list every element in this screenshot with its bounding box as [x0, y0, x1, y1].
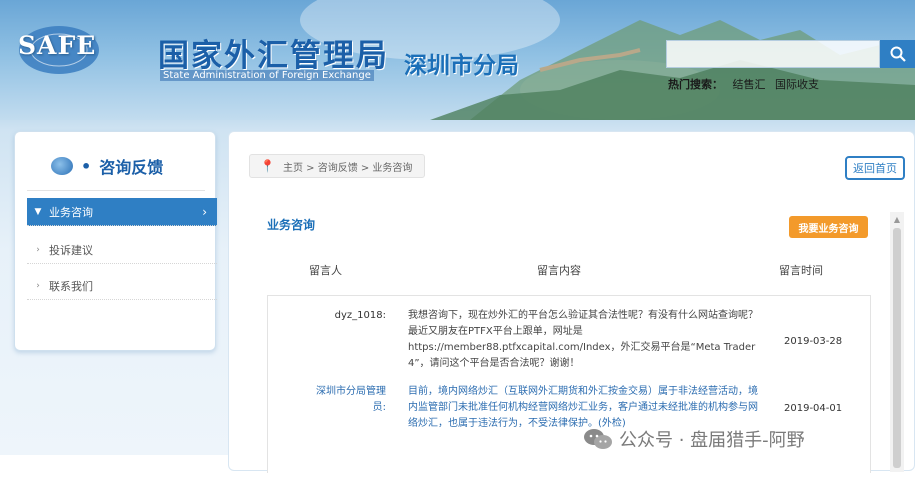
ask-question-button[interactable]: 我要业务咨询: [789, 216, 868, 238]
chevron-right-icon: ›: [202, 204, 207, 219]
caret-down-icon: ▼: [34, 206, 42, 217]
hot-search-link[interactable]: 结售汇: [733, 78, 766, 91]
search-input[interactable]: [666, 40, 880, 68]
sidebar-item-label: 联系我们: [49, 279, 93, 293]
hot-search-label: 热门搜索：: [668, 78, 723, 91]
sidebar-item-label: 业务咨询: [49, 205, 93, 219]
column-header-time: 留言时间: [779, 264, 823, 277]
message-content: 我想咨询下，现在炒外汇的平台怎么验证其合法性呢？有没有什么网站查询呢？最近又朋友…: [408, 310, 758, 369]
message-author: dyz_1018:: [334, 310, 386, 321]
hot-search: 热门搜索： 结售汇 国际收支: [668, 76, 819, 92]
search-button[interactable]: [880, 40, 915, 68]
message-date: 2019-03-28: [784, 336, 843, 347]
branch-name: 深圳市分局: [404, 53, 519, 79]
hot-search-link[interactable]: 国际收支: [775, 78, 819, 91]
watermark: 公众号 · 盘届猎手-阿野: [583, 426, 805, 452]
back-home-button[interactable]: 返回首页: [845, 156, 905, 180]
breadcrumb-text[interactable]: 主页 > 咨询反馈 > 业务咨询: [283, 159, 412, 174]
divider: [27, 190, 205, 191]
page: SAFE 国家外汇管理局 State Administration of For…: [0, 0, 915, 477]
caret-right-icon: ›: [36, 244, 40, 255]
sidebar-title: • 咨询反馈: [51, 154, 163, 178]
sidebar-title-text: 咨询反馈: [99, 158, 164, 177]
globe-icon: [51, 157, 73, 175]
header-banner: SAFE 国家外汇管理局 State Administration of For…: [0, 0, 915, 120]
sidebar-item-business-consult[interactable]: ▼ 业务咨询 ›: [27, 198, 217, 226]
sidebar: • 咨询反馈 ▼ 业务咨询 › › 投诉建议 › 联系我们: [14, 131, 217, 351]
location-pin-icon: 📍: [260, 159, 275, 173]
search-icon: [890, 46, 906, 62]
column-header-content: 留言内容: [537, 264, 581, 277]
scrollbar[interactable]: ▲: [890, 212, 904, 472]
caret-right-icon: ›: [36, 280, 40, 291]
org-name-en: State Administration of Foreign Exchange: [160, 70, 374, 81]
sidebar-item-complaints[interactable]: › 投诉建议: [27, 236, 217, 264]
logo-text: SAFE: [18, 31, 97, 60]
scroll-up-arrow-icon[interactable]: ▲: [890, 212, 904, 226]
sidebar-item-label: 投诉建议: [49, 243, 93, 257]
reply-date: 2019-04-01: [784, 403, 843, 414]
org-name-cn: 国家外汇管理局: [158, 38, 389, 74]
title-dot: •: [81, 156, 92, 176]
reply-author: 深圳市分局管理员:: [316, 386, 386, 413]
scroll-thumb[interactable]: [893, 228, 901, 468]
section-title: 业务咨询: [267, 218, 316, 232]
watermark-text: 公众号 · 盘届猎手-阿野: [619, 430, 805, 451]
column-header-author: 留言人: [309, 264, 342, 277]
main-panel: 📍 主页 > 咨询反馈 > 业务咨询 返回首页 业务咨询 我要业务咨询 留言人 …: [228, 131, 915, 473]
reply-content: 目前，境内网络炒汇（互联网外汇期货和外汇按金交易）属于非法经营活动，境内监管部门…: [408, 386, 758, 429]
breadcrumb: 📍 主页 > 咨询反馈 > 业务咨询: [249, 154, 426, 178]
wechat-icon: [584, 429, 612, 449]
sidebar-item-contact[interactable]: › 联系我们: [27, 272, 217, 300]
